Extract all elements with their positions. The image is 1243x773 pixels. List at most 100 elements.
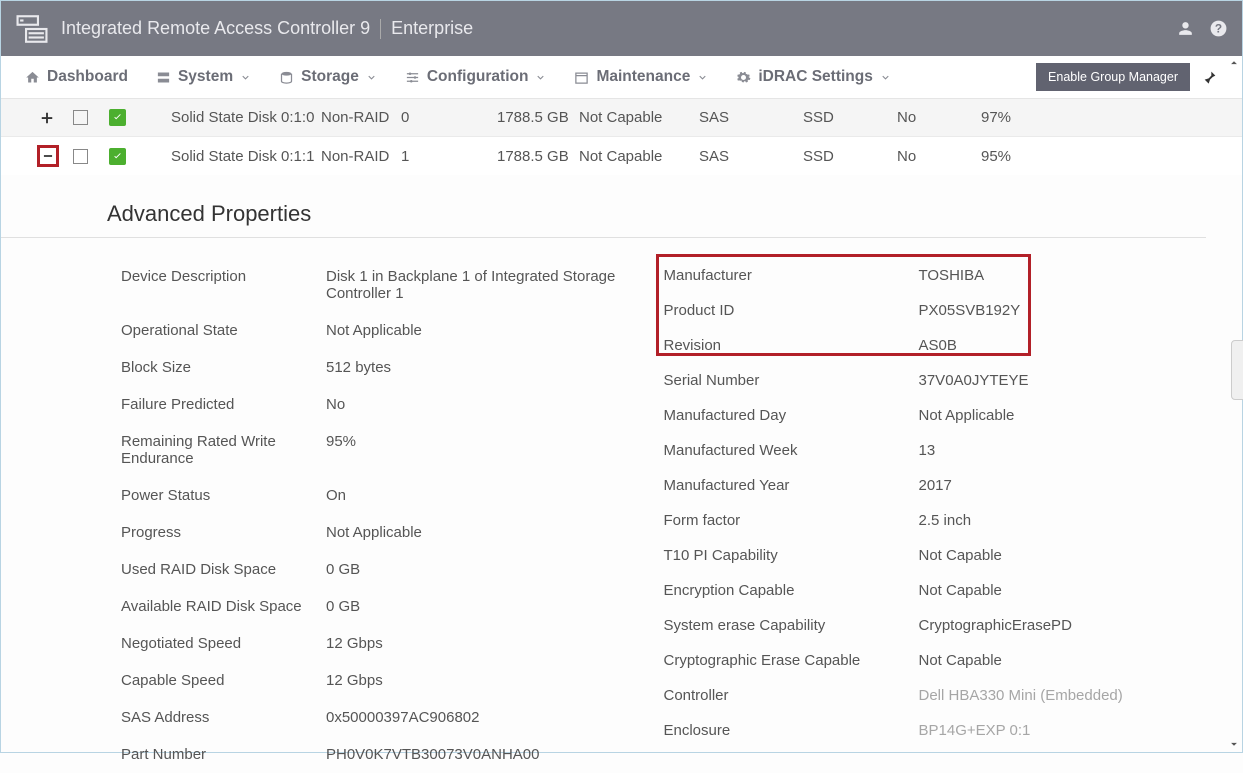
property-value: 37V0A0JYTEYE bbox=[919, 372, 1207, 389]
property-row: Cryptographic Erase CapableNot Capable bbox=[664, 643, 1207, 678]
nav-idrac-settings[interactable]: iDRAC Settings bbox=[736, 68, 891, 86]
pin-icon[interactable] bbox=[1202, 69, 1218, 85]
property-row: Remaining Rated Write Endurance95% bbox=[121, 423, 664, 477]
scroll-down-icon[interactable] bbox=[1227, 737, 1241, 751]
property-row: Block Size512 bytes bbox=[121, 349, 664, 386]
collapse-toggle[interactable] bbox=[37, 145, 59, 167]
property-value: Not Capable bbox=[919, 582, 1207, 599]
nav-storage[interactable]: Storage bbox=[279, 68, 377, 86]
product-logo-icon bbox=[15, 12, 49, 46]
enable-group-manager-button[interactable]: Enable Group Manager bbox=[1036, 63, 1190, 91]
property-key: Form factor bbox=[664, 512, 919, 529]
property-value: 0 GB bbox=[326, 598, 664, 615]
property-key: System erase Capability bbox=[664, 617, 919, 634]
property-value: BP14G+EXP 0:1 bbox=[919, 722, 1207, 739]
scroll-tab[interactable] bbox=[1231, 340, 1243, 400]
property-value: 13 bbox=[919, 442, 1207, 459]
storage-icon bbox=[279, 70, 294, 85]
nav-dashboard[interactable]: Dashboard bbox=[25, 68, 128, 86]
property-key: Manufactured Week bbox=[664, 442, 919, 459]
disk-state: Non-RAID bbox=[321, 109, 401, 126]
disk-hotspare: No bbox=[897, 148, 981, 165]
property-row: Manufactured Week13 bbox=[664, 433, 1207, 468]
property-value: TOSHIBA bbox=[919, 267, 1207, 284]
property-row: ManufacturerTOSHIBA bbox=[664, 258, 1207, 293]
user-icon[interactable] bbox=[1176, 19, 1195, 38]
gear-icon bbox=[736, 70, 751, 85]
property-value: 12 Gbps bbox=[326, 635, 664, 652]
property-value: 0 GB bbox=[326, 561, 664, 578]
property-key: Product ID bbox=[664, 302, 919, 319]
property-row: Part NumberPH0V0K7VTB30073V0ANHA00 bbox=[121, 736, 664, 773]
property-value: 512 bytes bbox=[326, 359, 664, 376]
property-value: Disk 1 in Backplane 1 of Integrated Stor… bbox=[326, 268, 664, 302]
disk-row: Solid State Disk 0:1:0 Non-RAID 0 1788.5… bbox=[1, 99, 1242, 137]
scroll-up-icon[interactable] bbox=[1227, 56, 1241, 70]
calendar-icon bbox=[574, 70, 589, 85]
chevron-down-icon bbox=[697, 72, 708, 83]
row-checkbox[interactable] bbox=[73, 149, 88, 164]
property-value: Not Applicable bbox=[919, 407, 1207, 424]
nav-configuration[interactable]: Configuration bbox=[405, 68, 547, 86]
property-key: Progress bbox=[121, 524, 326, 541]
nav-bar: Dashboard System Storage Configuration M… bbox=[1, 56, 1242, 99]
disk-media: SSD bbox=[803, 148, 897, 165]
property-row: Used RAID Disk Space0 GB bbox=[121, 551, 664, 588]
property-value: 0x50000397AC906802 bbox=[326, 709, 664, 726]
property-key: Power Status bbox=[121, 487, 326, 504]
property-value: Not Capable bbox=[919, 547, 1207, 564]
property-row: ProgressNot Applicable bbox=[121, 514, 664, 551]
property-key: Manufactured Year bbox=[664, 477, 919, 494]
nav-maintenance[interactable]: Maintenance bbox=[574, 68, 708, 86]
property-key: Used RAID Disk Space bbox=[121, 561, 326, 578]
property-row: Serial Number37V0A0JYTEYE bbox=[664, 363, 1207, 398]
property-key: Cryptographic Erase Capable bbox=[664, 652, 919, 669]
property-row: System erase CapabilityCryptographicEras… bbox=[664, 608, 1207, 643]
disk-name: Solid State Disk 0:1:0 bbox=[171, 109, 321, 126]
property-key: Block Size bbox=[121, 359, 326, 376]
disk-capacity: 1788.5 GB bbox=[497, 148, 579, 165]
sliders-icon bbox=[405, 70, 420, 85]
property-value: 2017 bbox=[919, 477, 1207, 494]
property-value: No bbox=[326, 396, 664, 413]
property-key: Serial Number bbox=[664, 372, 919, 389]
property-key: Revision bbox=[664, 337, 919, 354]
property-key: Controller bbox=[664, 687, 919, 704]
row-checkbox[interactable] bbox=[73, 110, 88, 125]
property-key: Available RAID Disk Space bbox=[121, 598, 326, 615]
property-key: Enclosure bbox=[664, 722, 919, 739]
disk-capacity: 1788.5 GB bbox=[497, 109, 579, 126]
property-value: On bbox=[326, 487, 664, 504]
expand-toggle[interactable] bbox=[37, 108, 57, 128]
status-ok-icon bbox=[109, 148, 126, 165]
disk-endurance: 95% bbox=[981, 148, 1242, 165]
disk-table: Solid State Disk 0:1:0 Non-RAID 0 1788.5… bbox=[1, 99, 1242, 175]
property-value: AS0B bbox=[919, 337, 1207, 354]
disk-bus: SAS bbox=[699, 148, 803, 165]
nav-system[interactable]: System bbox=[156, 68, 251, 86]
property-row: Form factor2.5 inch bbox=[664, 503, 1207, 538]
property-value: Not Applicable bbox=[326, 322, 664, 339]
property-row: Power StatusOn bbox=[121, 477, 664, 514]
disk-slot: 0 bbox=[401, 109, 497, 126]
property-value: PX05SVB192Y bbox=[919, 302, 1207, 319]
property-key: Capable Speed bbox=[121, 672, 326, 689]
help-icon[interactable]: ? bbox=[1209, 19, 1228, 38]
property-row: Product IDPX05SVB192Y bbox=[664, 293, 1207, 328]
disk-media: SSD bbox=[803, 109, 897, 126]
property-row: Encryption CapableNot Capable bbox=[664, 573, 1207, 608]
property-row: RevisionAS0B bbox=[664, 328, 1207, 363]
property-key: Device Description bbox=[121, 268, 326, 285]
property-row: Manufactured Year2017 bbox=[664, 468, 1207, 503]
property-row: SAS Address0x50000397AC906802 bbox=[121, 699, 664, 736]
chevron-down-icon bbox=[535, 72, 546, 83]
property-value: Not Capable bbox=[919, 652, 1207, 669]
disk-security: Not Capable bbox=[579, 109, 699, 126]
server-icon bbox=[156, 70, 171, 85]
section-title: Advanced Properties bbox=[1, 175, 1206, 238]
property-key: Manufacturer bbox=[664, 267, 919, 284]
disk-endurance: 97% bbox=[981, 109, 1242, 126]
property-value: CryptographicErasePD bbox=[919, 617, 1207, 634]
svg-text:?: ? bbox=[1215, 21, 1222, 35]
status-ok-icon bbox=[109, 109, 126, 126]
